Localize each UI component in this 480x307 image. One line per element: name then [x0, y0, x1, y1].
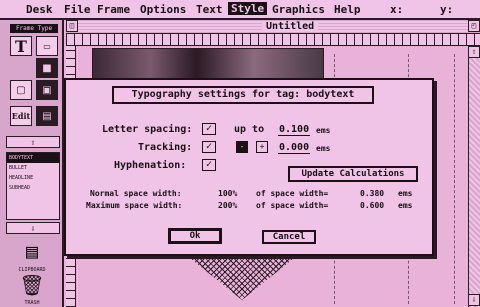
tag-list-item[interactable]: SUBHEAD [7, 183, 59, 193]
normal-space-percent[interactable]: 100% [218, 189, 237, 198]
trash-label: TRASH [24, 300, 40, 306]
tracking-checkbox[interactable]: ✓ [202, 141, 216, 153]
letter-spacing-unit: ems [316, 126, 331, 135]
text-tool-icon[interactable]: T [10, 36, 32, 56]
tag-list-item[interactable]: BODYTEXT [7, 153, 59, 163]
horizontal-ruler [66, 34, 480, 46]
toolbox: Frame Type T ▭ ■ ▢ ▣ Edit ▤ ⇧ BODYTEXT B… [0, 20, 64, 307]
maximum-space-unit: ems [398, 201, 413, 210]
trash-icon[interactable]: 🗑 [14, 274, 50, 300]
tracking-label: Tracking: [138, 142, 193, 153]
menu-text[interactable]: Text [196, 3, 223, 16]
document-title-bar[interactable]: Untitled [66, 20, 480, 34]
page-tool-icon[interactable]: ▤ [36, 106, 58, 126]
menu-frame[interactable]: Frame [97, 3, 130, 16]
menu-help[interactable]: Help [334, 3, 361, 16]
maximum-space-value: 0.600 [360, 201, 385, 210]
tracking-minus-button[interactable]: - [236, 141, 248, 153]
hyphenation-checkbox[interactable]: ✓ [202, 159, 216, 171]
scroll-up-arrow-icon[interactable]: ⇧ [468, 46, 480, 58]
graphic-shape[interactable] [190, 258, 294, 300]
clipboard-icon[interactable]: ▤ [14, 240, 50, 266]
vertical-scrollbar[interactable] [468, 46, 480, 307]
dialog-title: Typography settings for tag: bodytext [112, 86, 374, 104]
letter-spacing-label: Letter spacing: [102, 124, 193, 135]
dialog-tag-name: bodytext [306, 89, 355, 100]
normal-space-unit: ems [398, 189, 413, 198]
menu-desk[interactable]: Desk [26, 3, 53, 16]
graphics-tool-icon[interactable]: ▢ [10, 80, 32, 100]
tracking-plus-button[interactable]: + [256, 141, 268, 153]
menu-options[interactable]: Options [140, 3, 186, 16]
tracking-unit: ems [316, 144, 331, 153]
y-coordinate-label: y: [440, 3, 454, 16]
frame-tool-icon[interactable]: ▭ [36, 36, 58, 56]
x-coordinate-label: x: [390, 3, 404, 16]
normal-space-label: Normal space width: [90, 189, 182, 198]
dialog-title-text: Typography settings for tag: [131, 89, 301, 100]
mode-label: Frame Type [10, 24, 58, 33]
document-title: Untitled [262, 21, 319, 32]
fuller-box-icon[interactable]: ◰ [468, 20, 480, 32]
menu-style[interactable]: Style [228, 2, 268, 15]
paragraph-tool-icon[interactable]: ■ [36, 58, 58, 78]
scroll-down-arrow-icon[interactable]: ⇩ [468, 294, 480, 306]
letter-spacing-input[interactable]: 0.100 [278, 124, 311, 136]
tracking-input[interactable]: 0.000 [278, 142, 311, 154]
tag-list-scroll-up-icon[interactable]: ⇧ [6, 136, 60, 148]
column-guide [454, 54, 455, 304]
ok-button[interactable]: Ok [168, 228, 222, 244]
letter-spacing-prefix: up to [234, 124, 265, 135]
tag-list-scroll-down-icon[interactable]: ⇩ [6, 222, 60, 234]
hyphenation-label: Hyphenation: [114, 160, 187, 171]
select-tool-icon[interactable]: ▣ [36, 80, 58, 100]
typography-dialog: Typography settings for tag: bodytext Le… [64, 78, 434, 256]
maximum-space-label: Maximum space width: [86, 201, 183, 210]
normal-space-of-text: of space width= [256, 189, 329, 198]
menu-file[interactable]: File [64, 3, 91, 16]
maximum-space-of-text: of space width= [256, 201, 329, 210]
menu-graphics[interactable]: Graphics [272, 3, 325, 16]
tag-list: BODYTEXT BULLET HEADLINE SUBHEAD [6, 152, 60, 220]
cancel-button[interactable]: Cancel [262, 230, 316, 244]
tag-list-item[interactable]: HEADLINE [7, 173, 59, 183]
menu-bar: Desk File Frame Options Text Style Graph… [0, 0, 480, 20]
close-box-icon[interactable]: ◫ [66, 20, 78, 32]
normal-space-value: 0.380 [360, 189, 385, 198]
maximum-space-percent[interactable]: 200% [218, 201, 237, 210]
update-calculations-button[interactable]: Update Calculations [288, 166, 418, 182]
letter-spacing-checkbox[interactable]: ✓ [202, 123, 216, 135]
tag-list-item[interactable]: BULLET [7, 163, 59, 173]
edit-tool-icon[interactable]: Edit [10, 106, 32, 126]
